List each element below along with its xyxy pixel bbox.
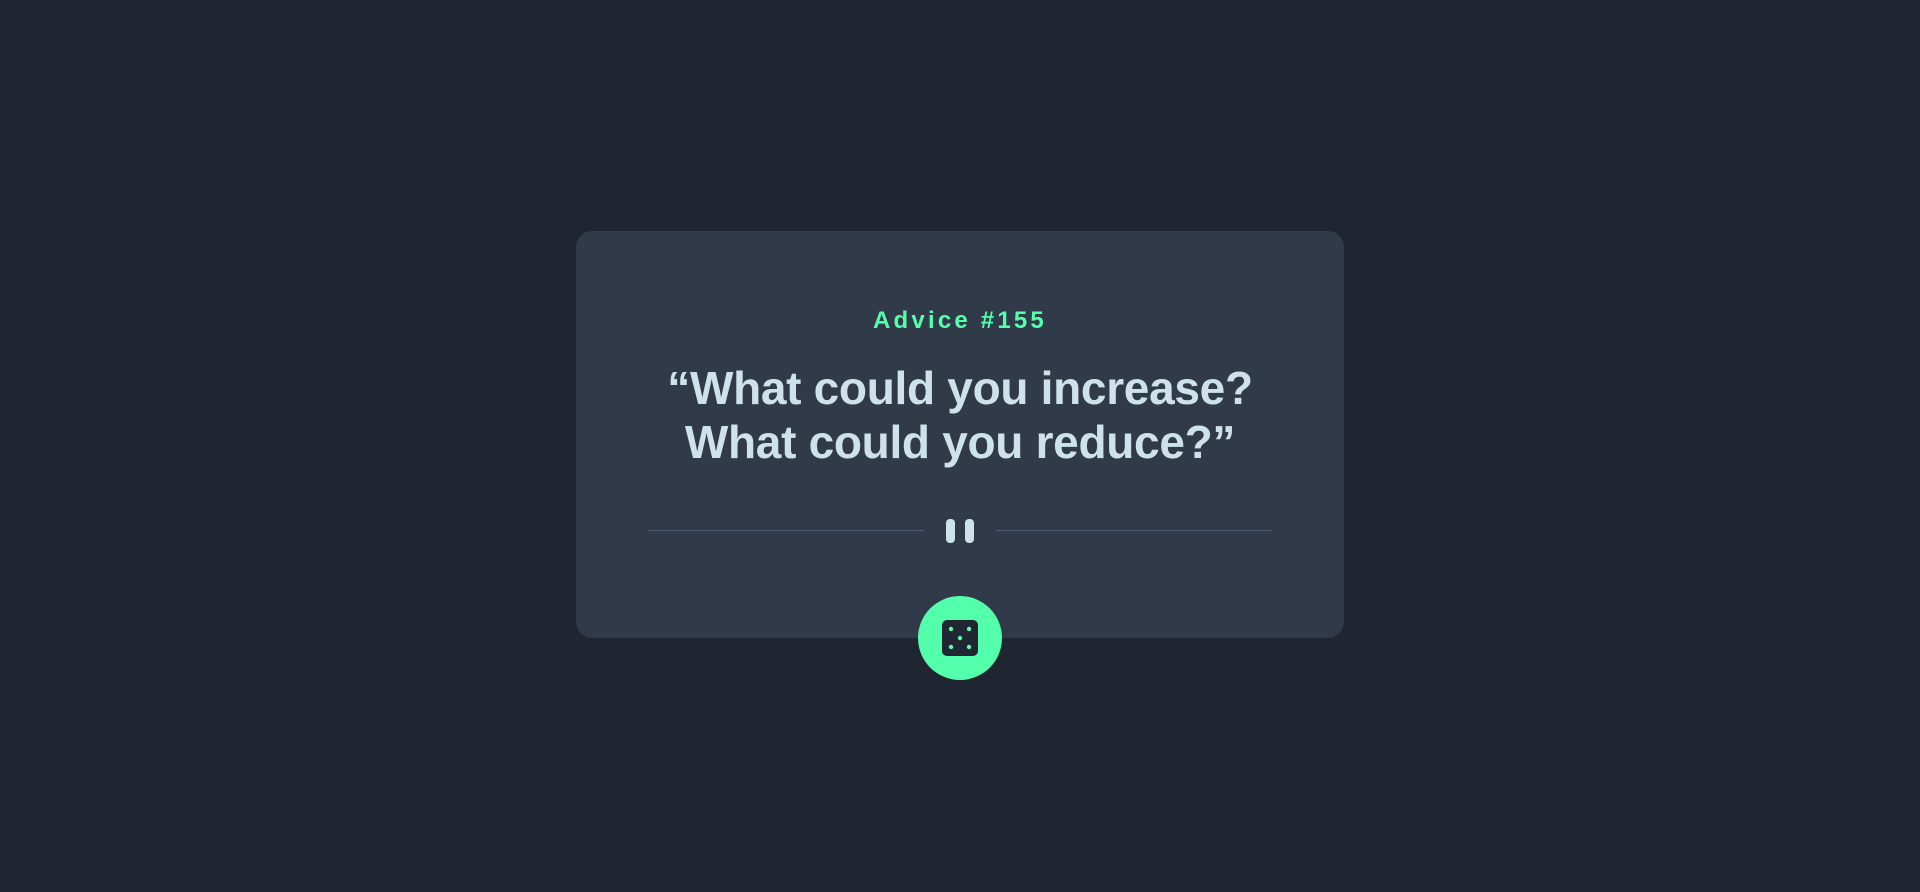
divider-line-left [648,530,924,531]
advice-quote-line-1: “What could you increase? [667,362,1253,414]
divider-line-right [996,530,1272,531]
pause-icon [945,519,975,543]
advice-quote-line-2: What could you reduce?” [684,416,1236,468]
advice-card: Advice #155 “What could you increase? Wh… [576,231,1344,638]
advice-quote: “What could you increase? What could you… [636,361,1284,469]
divider [648,519,1272,543]
page: Advice #155 “What could you increase? Wh… [0,0,1920,892]
advice-number: Advice #155 [873,307,1047,334]
generate-advice-button[interactable] [918,596,1002,680]
dice-icon [942,620,978,656]
